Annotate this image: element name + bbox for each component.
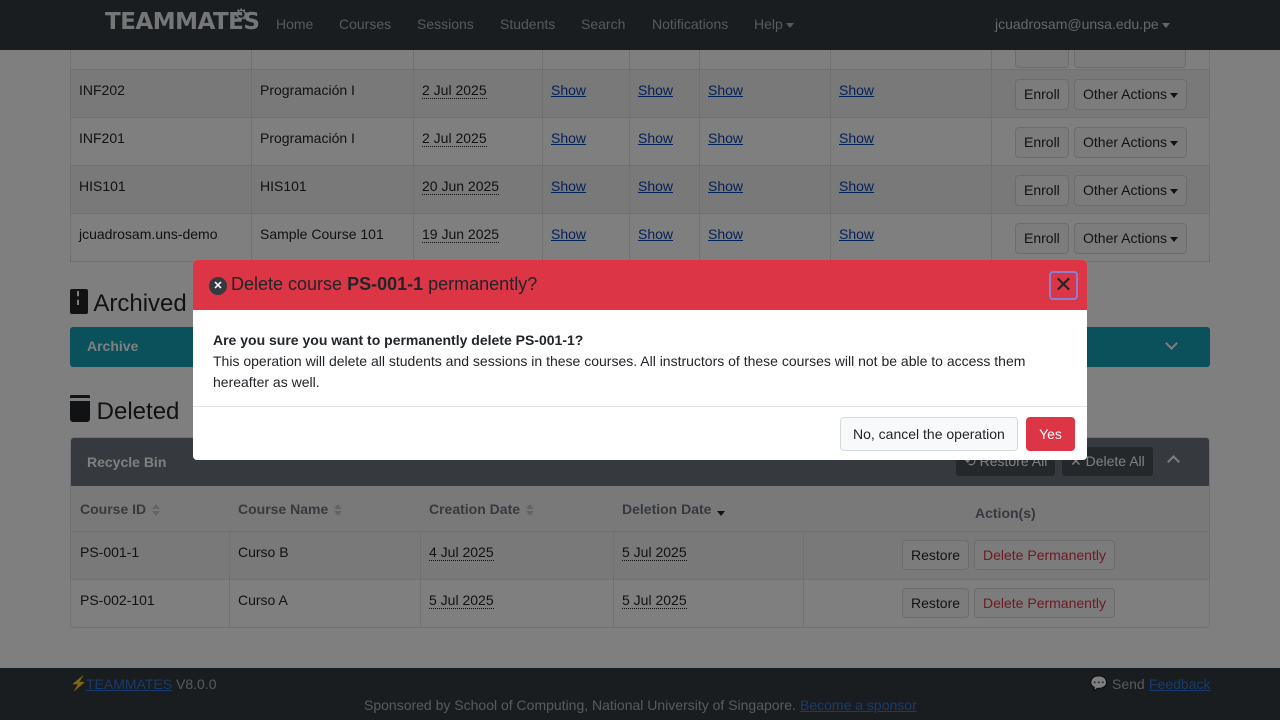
modal-footer: No, cancel the operation Yes — [193, 406, 1087, 460]
modal-question: Are you sure you want to permanently del… — [213, 332, 584, 348]
cancel-button[interactable]: No, cancel the operation — [840, 417, 1018, 451]
modal-header: ✕ Delete course PS-001-1 permanently? ✕ — [193, 260, 1087, 310]
times-circle-icon: ✕ — [209, 277, 227, 295]
modal-body: Are you sure you want to permanently del… — [213, 330, 1063, 393]
delete-course-modal: ✕ Delete course PS-001-1 permanently? ✕ A… — [193, 260, 1087, 460]
modal-title: ✕ Delete course PS-001-1 permanently? — [209, 274, 537, 295]
modal-message: This operation will delete all students … — [213, 353, 1026, 390]
confirm-yes-button[interactable]: Yes — [1026, 417, 1075, 451]
close-icon[interactable]: ✕ — [1049, 271, 1078, 300]
